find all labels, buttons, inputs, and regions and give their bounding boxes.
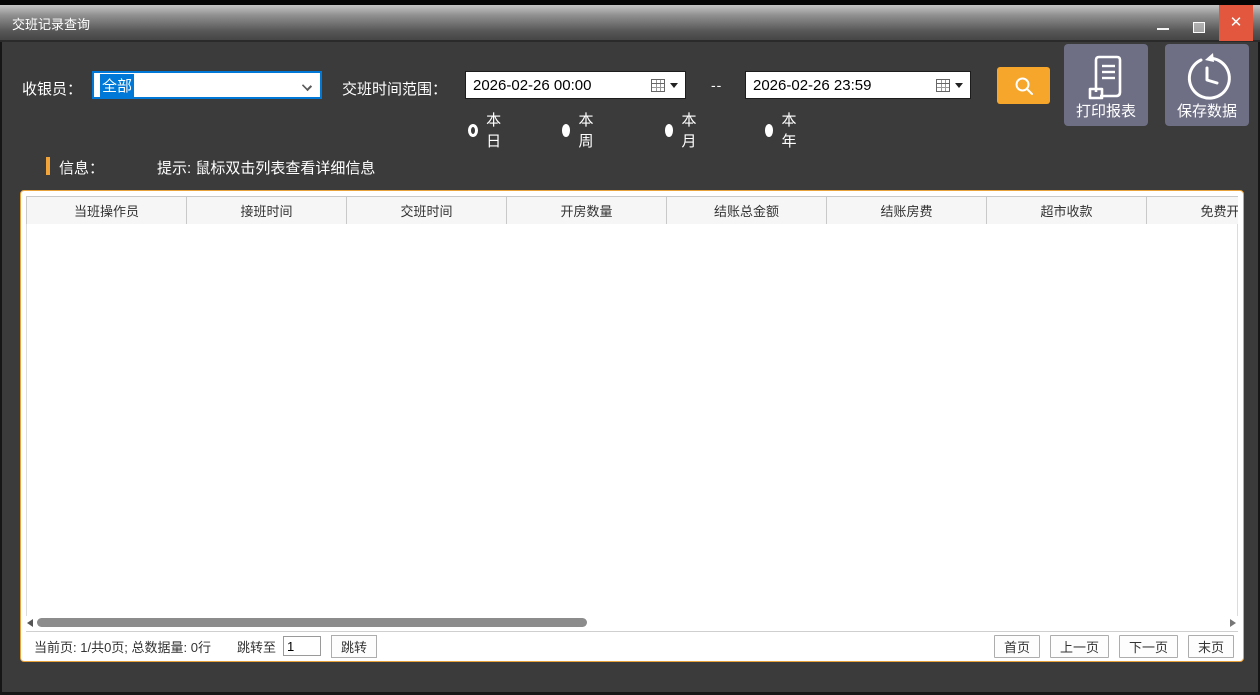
pagination-bar: 当前页: 1/共0页; 总数据量: 0行 跳转至 跳转 首页 上一页 下一页 末… <box>26 631 1238 660</box>
date-separator: -- <box>711 77 722 93</box>
radio-selected-icon <box>468 124 478 137</box>
jump-button[interactable]: 跳转 <box>331 635 377 658</box>
cashier-label: 收银员： <box>22 78 82 99</box>
date-to-input[interactable]: 2026-02-26 23:59 <box>745 71 971 99</box>
column-header-total-amount[interactable]: 结账总金额 <box>667 197 827 224</box>
first-page-button[interactable]: 首页 <box>994 635 1040 658</box>
page-summary: 当前页: 1/共0页; 总数据量: 0行 <box>34 637 211 656</box>
radio-icon <box>665 124 673 137</box>
search-button[interactable] <box>997 67 1050 104</box>
range-label: 交班时间范围： <box>342 78 447 99</box>
cashier-select[interactable]: 全部 <box>92 71 322 99</box>
search-icon <box>1013 75 1035 97</box>
info-accent-bar <box>46 157 50 175</box>
column-header-store-income[interactable]: 超市收款 <box>987 197 1147 224</box>
scrollbar-thumb[interactable] <box>37 618 587 627</box>
info-label: 信息： <box>59 157 104 178</box>
printer-icon <box>1084 52 1128 104</box>
history-clock-icon <box>1181 52 1233 104</box>
radio-icon <box>765 124 773 137</box>
radio-this-week[interactable]: 本周 <box>562 109 598 151</box>
calendar-icon <box>651 79 665 92</box>
prev-page-button[interactable]: 上一页 <box>1050 635 1109 658</box>
save-data-button[interactable]: 保存数据 <box>1165 44 1249 126</box>
last-page-button[interactable]: 末页 <box>1188 635 1234 658</box>
column-header-shift-start[interactable]: 接班时间 <box>187 197 347 224</box>
info-tip: 提示: 鼠标双击列表查看详细信息 <box>157 157 375 178</box>
calendar-dropdown-icon[interactable] <box>670 83 678 88</box>
date-to-value: 2026-02-26 23:59 <box>753 77 936 94</box>
column-header-free-rooms[interactable]: 免费开房 <box>1147 197 1238 224</box>
calendar-icon <box>936 79 950 92</box>
jump-to-label: 跳转至 <box>237 637 276 656</box>
maximize-icon[interactable] <box>1193 22 1205 33</box>
column-header-room-fee[interactable]: 结账房费 <box>827 197 987 224</box>
radio-today-label: 本日 <box>486 109 504 151</box>
results-panel: 当班操作员 接班时间 交班时间 开房数量 结账总金额 结账房费 超市收款 免费开… <box>20 190 1244 662</box>
date-from-value: 2026-02-26 00:00 <box>473 77 651 94</box>
radio-week-label: 本周 <box>578 109 598 151</box>
radio-year-label: 本年 <box>781 109 801 151</box>
cashier-selected-value: 全部 <box>100 74 134 97</box>
column-header-shift-end[interactable]: 交班时间 <box>347 197 507 224</box>
app-window: 交班记录查询 ✕ 收银员： 全部 交班时间范围： 2026-02-26 00:0… <box>0 0 1260 695</box>
radio-this-month[interactable]: 本月 <box>665 109 701 151</box>
window-title: 交班记录查询 <box>12 14 90 33</box>
radio-this-year[interactable]: 本年 <box>765 109 801 151</box>
radio-icon <box>562 124 570 137</box>
date-from-input[interactable]: 2026-02-26 00:00 <box>465 71 686 99</box>
minimize-icon[interactable] <box>1157 28 1169 30</box>
calendar-dropdown-icon[interactable] <box>955 83 963 88</box>
close-icon: ✕ <box>1230 14 1243 31</box>
print-report-button[interactable]: 打印报表 <box>1064 44 1148 126</box>
next-page-button[interactable]: 下一页 <box>1119 635 1178 658</box>
horizontal-scrollbar[interactable] <box>26 616 1238 631</box>
radio-month-label: 本月 <box>681 109 701 151</box>
scroll-right-icon[interactable] <box>1230 619 1236 627</box>
jump-page-input[interactable] <box>283 636 321 656</box>
titlebar: 交班记录查询 ✕ <box>0 0 1260 42</box>
table-header-row: 当班操作员 接班时间 交班时间 开房数量 结账总金额 结账房费 超市收款 免费开… <box>26 196 1238 224</box>
column-header-rooms-opened[interactable]: 开房数量 <box>507 197 667 224</box>
column-header-operator[interactable]: 当班操作员 <box>27 197 187 224</box>
table-body-empty[interactable] <box>26 224 1238 616</box>
radio-today[interactable]: 本日 <box>468 109 504 151</box>
close-button[interactable]: ✕ <box>1219 5 1253 41</box>
chevron-down-icon <box>302 81 312 91</box>
scroll-left-icon[interactable] <box>27 619 33 627</box>
